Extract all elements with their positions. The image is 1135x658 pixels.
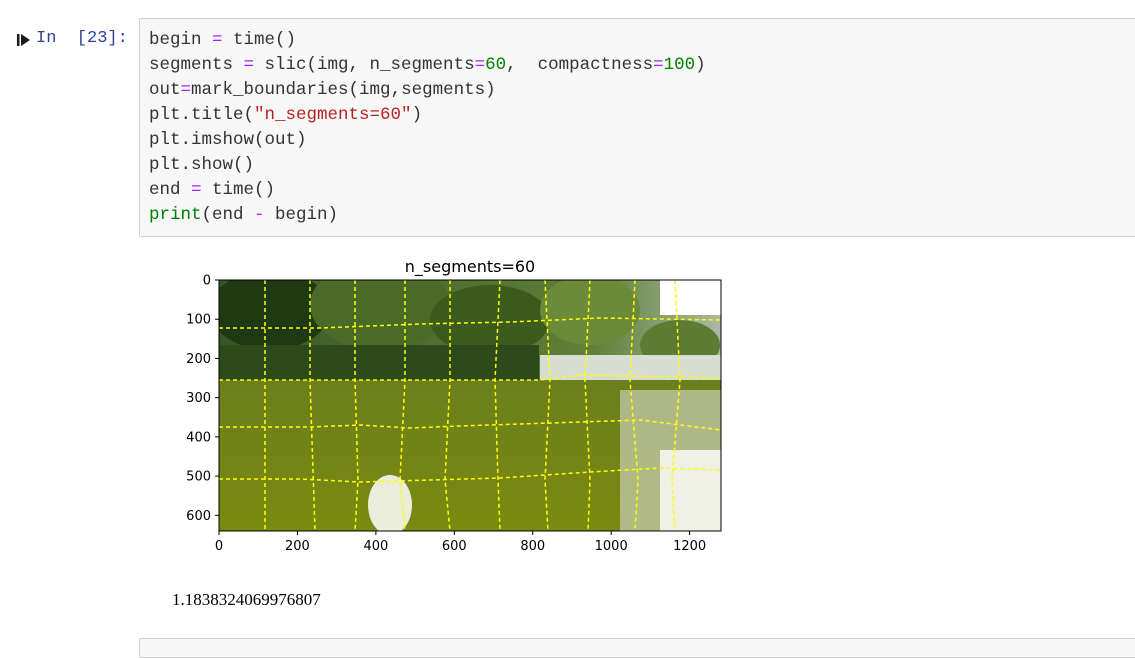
code-line[interactable]: end = time()	[149, 178, 706, 203]
y-tick-label: 500	[186, 470, 211, 485]
code-line[interactable]: begin = time()	[149, 28, 706, 53]
code-token: mark_boundaries(img,segments)	[191, 80, 496, 100]
code-token: segments	[149, 55, 244, 75]
code-token: 60	[485, 55, 507, 75]
code-token: )	[411, 105, 423, 125]
y-tick-label: 0	[203, 274, 211, 289]
code-token: time()	[222, 30, 297, 50]
code-token: slic(img, n_segments	[254, 55, 475, 75]
plot-title: n_segments=60	[405, 257, 535, 277]
code-line[interactable]: out=mark_boundaries(img,segments)	[149, 78, 706, 103]
y-tick-label: 300	[186, 391, 211, 406]
code-line[interactable]: segments = slic(img, n_segments=60, comp…	[149, 53, 706, 78]
code-token: plt.title(	[149, 105, 255, 125]
code-token: "n_segments=60"	[254, 105, 412, 125]
code-token: time()	[201, 180, 276, 200]
code-token: , compactness	[506, 55, 654, 75]
code-token: out	[149, 80, 181, 100]
y-tick-label: 100	[186, 313, 211, 328]
code-token: plt.imshow(out)	[149, 130, 307, 150]
code-token: =	[474, 55, 486, 75]
code-cell[interactable]: begin = time() segments = slic(img, n_seg…	[139, 18, 1135, 237]
code-line[interactable]: plt.show()	[149, 153, 706, 178]
code-line[interactable]: plt.imshow(out)	[149, 128, 706, 153]
code-token: =	[243, 55, 255, 75]
code-token: (end	[201, 205, 255, 225]
x-tick-label: 1200	[673, 539, 706, 554]
run-cell-icon[interactable]	[17, 33, 31, 47]
plot-output: n_segments=60 0100200300400500600 0 200 …	[186, 257, 722, 554]
code-token: =	[180, 80, 192, 100]
next-code-cell[interactable]	[139, 638, 1135, 658]
code-token: end	[149, 180, 192, 200]
y-tick-label: 600	[186, 509, 211, 524]
code-token: -	[254, 205, 265, 225]
code-line[interactable]: print(end - begin)	[149, 203, 706, 228]
x-tick-label: 1000	[595, 539, 628, 554]
code-token: 100	[663, 55, 696, 75]
code-token: plt.show()	[149, 155, 255, 175]
x-tick-label: 800	[520, 539, 545, 554]
code-token: =	[191, 180, 202, 200]
code-editor[interactable]: begin = time() segments = slic(img, n_seg…	[149, 28, 706, 228]
cell-output-text: 1.1838324069976807	[172, 590, 321, 609]
x-tick-label: 400	[363, 539, 388, 554]
x-tick-label: 200	[285, 539, 310, 554]
cell-prompt: In [23]:	[36, 29, 128, 48]
x-tick-label: 0	[215, 539, 223, 554]
x-axis: 0 200 400 600 800 1000 1200	[215, 531, 706, 554]
x-tick-label: 600	[442, 539, 467, 554]
code-token: =	[212, 30, 223, 50]
code-line[interactable]: plt.title("n_segments=60")	[149, 103, 706, 128]
code-token: )	[695, 55, 706, 75]
segmented-photo	[219, 280, 721, 531]
code-token: =	[653, 55, 664, 75]
code-token: begin	[149, 30, 213, 50]
code-token: begin)	[264, 205, 339, 225]
y-tick-label: 400	[186, 430, 211, 445]
y-axis: 0 100 200 300 400 500 600	[186, 274, 219, 524]
y-tick-label: 200	[186, 352, 211, 367]
code-token: print	[149, 205, 202, 225]
